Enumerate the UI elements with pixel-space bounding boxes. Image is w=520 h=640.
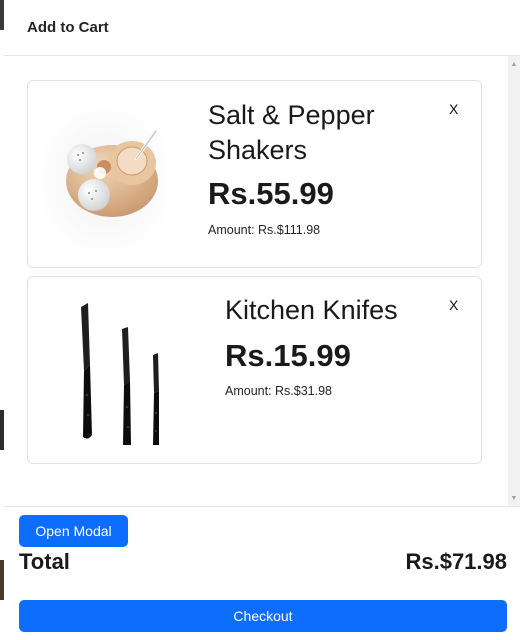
open-modal-button[interactable]: Open Modal bbox=[19, 515, 128, 547]
product-name: Kitchen Knifes bbox=[225, 295, 398, 325]
checkout-button[interactable]: Checkout bbox=[19, 600, 507, 632]
product-price: Rs.15.99 bbox=[225, 338, 351, 373]
cart-item-card: Kitchen Knifes Rs.15.99 Amount: Rs.$31.9… bbox=[27, 276, 482, 464]
product-price: Rs.55.99 bbox=[208, 176, 334, 211]
product-amount: Amount: Rs.$31.98 bbox=[225, 384, 333, 398]
total-label: Total bbox=[19, 549, 70, 574]
kitchen-knives-image bbox=[81, 303, 159, 445]
scroll-down-arrow-icon[interactable]: ▼ bbox=[508, 492, 520, 504]
product-amount: Amount: Rs.$111.98 bbox=[208, 223, 321, 237]
total-value: Rs.$71.98 bbox=[405, 549, 507, 574]
modal-title: Add to Cart bbox=[27, 19, 109, 36]
modal-header: Add to Cart bbox=[4, 0, 520, 56]
scrollbar[interactable]: ▲ ▼ bbox=[508, 56, 520, 506]
cart-item-card: Salt & Pepper Shakers Rs.55.99 Amount: R… bbox=[27, 80, 482, 268]
product-name: Salt & Pepper Shakers bbox=[208, 100, 375, 165]
footer-divider bbox=[4, 506, 520, 507]
remove-item-button[interactable]: X bbox=[449, 101, 458, 117]
scroll-up-arrow-icon[interactable]: ▲ bbox=[508, 58, 520, 70]
salt-pepper-shakers-image bbox=[44, 111, 166, 249]
remove-item-button[interactable]: X bbox=[449, 297, 458, 313]
modal-body[interactable]: Salt & Pepper Shakers Rs.55.99 Amount: R… bbox=[4, 56, 520, 506]
